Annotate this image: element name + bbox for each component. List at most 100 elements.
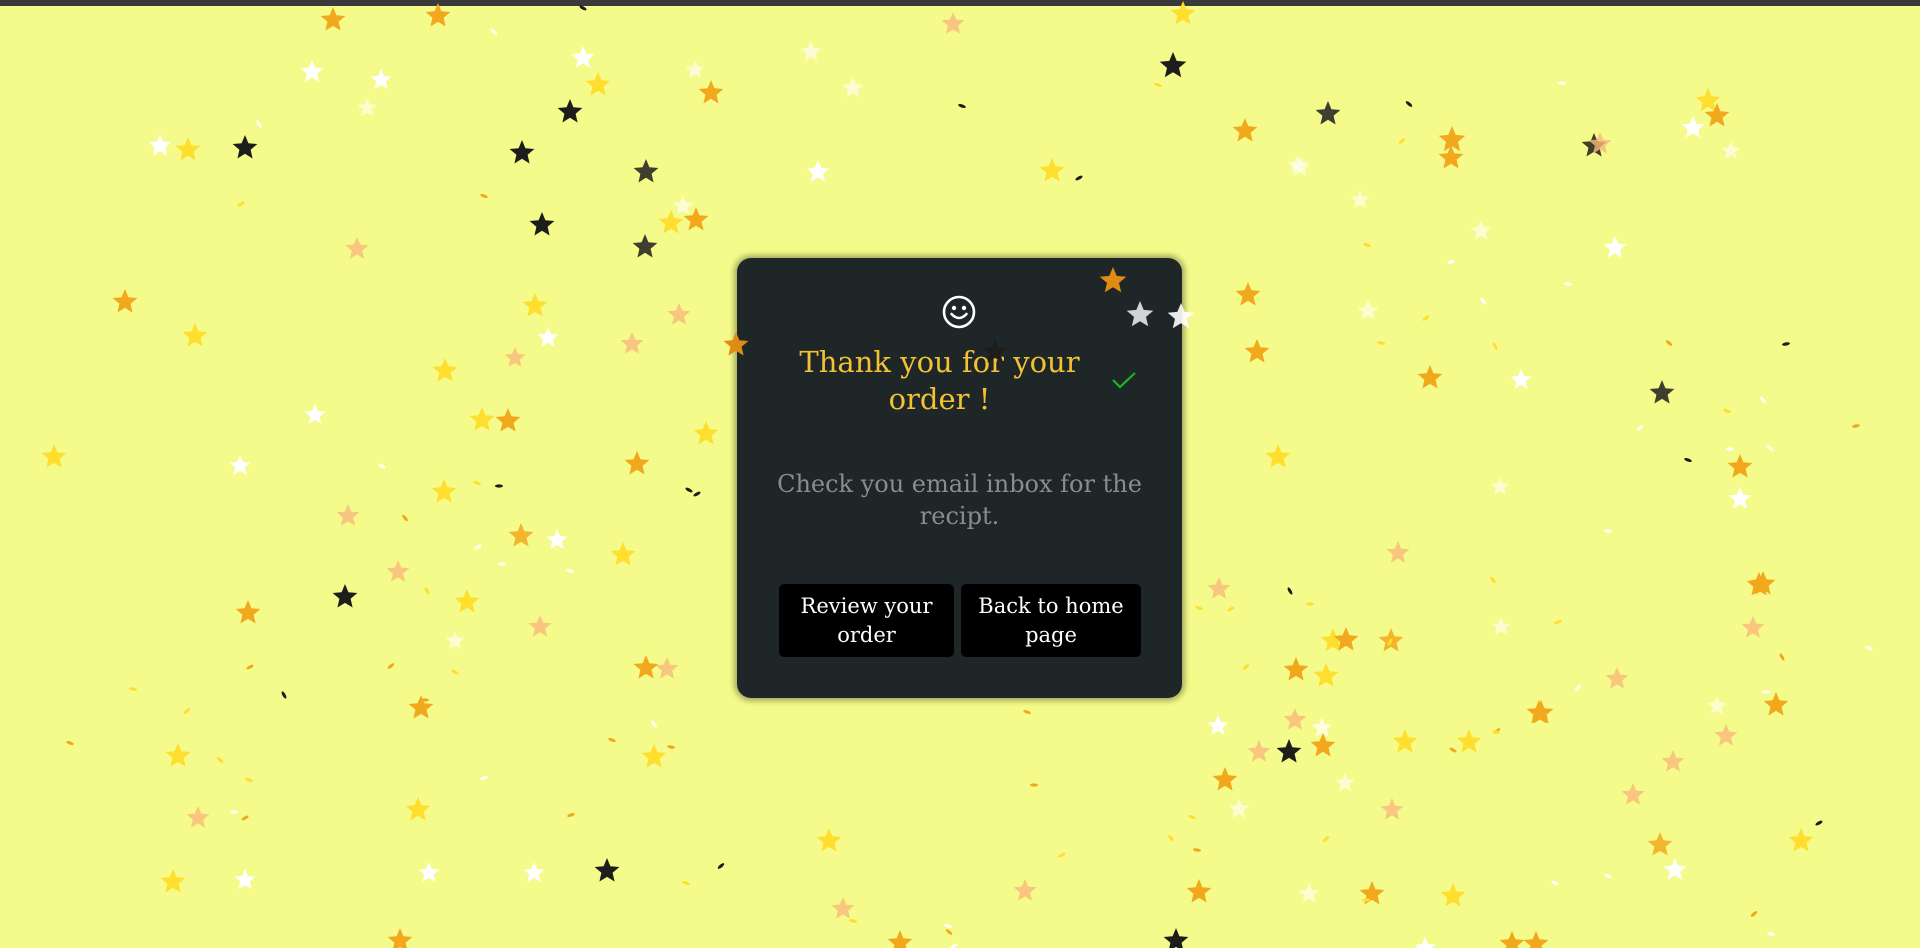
confetti-star-icon bbox=[165, 743, 191, 767]
confetti-star-icon bbox=[683, 207, 709, 231]
confetti-star-icon bbox=[594, 858, 620, 882]
confetti-star-icon bbox=[182, 323, 208, 347]
confetti-star-icon bbox=[41, 444, 67, 468]
confetti-flake bbox=[1551, 880, 1559, 886]
confetti-flake bbox=[281, 691, 287, 699]
confetti-star-icon bbox=[1335, 773, 1355, 792]
confetti-star-icon bbox=[1605, 667, 1629, 689]
confetti-star-icon bbox=[571, 46, 595, 68]
confetti-flake bbox=[230, 810, 238, 814]
confetti-star-icon bbox=[1438, 145, 1464, 169]
confetti-star-icon bbox=[1707, 696, 1727, 715]
confetti-flake bbox=[1422, 315, 1430, 321]
confetti-flake bbox=[1815, 820, 1823, 826]
confetti-flake bbox=[183, 708, 191, 714]
confetti-star-icon bbox=[408, 695, 434, 719]
confetti-star-icon bbox=[1244, 339, 1270, 363]
confetti-star-icon bbox=[528, 615, 552, 637]
confetti-flake bbox=[245, 777, 253, 783]
confetti-flake bbox=[717, 863, 725, 869]
confetti-star-icon bbox=[1704, 103, 1730, 127]
confetti-star-icon bbox=[667, 303, 691, 325]
confetti-star-icon bbox=[1695, 88, 1721, 112]
confetti-star-icon bbox=[632, 234, 658, 258]
confetti-flake bbox=[1750, 911, 1758, 917]
confetti-star-icon bbox=[1235, 282, 1261, 306]
confetti-star-icon bbox=[1186, 879, 1212, 903]
confetti-flake bbox=[1865, 645, 1873, 651]
confetti-star-icon bbox=[641, 744, 667, 768]
confetti-flake bbox=[1723, 408, 1731, 414]
email-notice-text: Check you email inbox for the recipt. bbox=[777, 470, 1142, 530]
confetti-star-icon bbox=[1414, 937, 1436, 948]
confetti-star-icon bbox=[523, 862, 545, 882]
confetti-star-icon bbox=[1750, 571, 1776, 595]
confetti-star-icon bbox=[1649, 380, 1675, 404]
confetti-flake bbox=[1195, 605, 1203, 611]
confetti-star-icon bbox=[1523, 931, 1549, 948]
confetti-star-icon bbox=[1499, 931, 1525, 948]
confetti-star-icon bbox=[585, 72, 611, 96]
confetti-star-icon bbox=[693, 421, 719, 445]
confetti-star-icon bbox=[522, 293, 548, 317]
confetti-flake bbox=[566, 568, 574, 574]
confetti-star-icon bbox=[160, 869, 186, 893]
confetti-star-icon bbox=[1310, 733, 1336, 757]
confetti-flake bbox=[1447, 259, 1455, 265]
confetti-star-icon bbox=[304, 404, 326, 424]
confetti-flake bbox=[950, 943, 958, 948]
confetti-star-icon bbox=[425, 3, 451, 27]
confetti-flake bbox=[495, 484, 503, 488]
confetti-flake bbox=[378, 463, 386, 469]
confetti-flake bbox=[1398, 138, 1406, 144]
confetti-star-icon bbox=[405, 797, 431, 821]
confetti-flake bbox=[1188, 814, 1196, 820]
confetti-star-icon bbox=[332, 584, 358, 608]
confetti-star-icon bbox=[624, 451, 650, 475]
confetti-flake bbox=[424, 587, 430, 595]
confetti-flake bbox=[1193, 848, 1201, 852]
confetti-star-icon bbox=[1528, 700, 1554, 724]
confetti-star-icon bbox=[658, 210, 684, 234]
confetti-flake bbox=[402, 514, 408, 522]
review-order-button[interactable]: Review your order bbox=[779, 584, 954, 657]
confetti-flake bbox=[473, 480, 481, 486]
confetti-flake bbox=[256, 120, 262, 128]
confetti-flake bbox=[1604, 529, 1612, 533]
confetti-star-icon bbox=[431, 479, 457, 503]
confetti-star-icon bbox=[1380, 798, 1404, 820]
confetti-star-icon bbox=[469, 407, 495, 431]
confetti-star-icon bbox=[1298, 883, 1320, 903]
confetti-star-icon bbox=[655, 657, 679, 679]
confetti-star-icon bbox=[1283, 657, 1309, 681]
confetti-star-icon bbox=[610, 542, 636, 566]
confetti-star-icon bbox=[1470, 220, 1492, 240]
confetti-star-icon bbox=[234, 869, 256, 889]
confetti-star-icon bbox=[418, 862, 440, 882]
confetti-star-icon bbox=[1763, 692, 1789, 716]
confetti-star-icon bbox=[509, 140, 535, 164]
confetti-flake bbox=[1306, 602, 1314, 606]
confetti-star-icon bbox=[1727, 454, 1753, 478]
confetti-flake bbox=[944, 923, 952, 929]
confetti-star-icon bbox=[1603, 236, 1627, 258]
confetti-flake bbox=[1075, 175, 1083, 181]
confetti-flake bbox=[849, 919, 857, 923]
confetti-flake bbox=[451, 669, 459, 675]
back-to-home-button[interactable]: Back to home page bbox=[961, 584, 1141, 657]
confetti-star-icon bbox=[806, 160, 830, 182]
confetti-flake bbox=[1726, 447, 1734, 451]
confetti-star-icon bbox=[1663, 858, 1687, 880]
confetti-star-icon bbox=[1333, 627, 1359, 651]
confetti-flake bbox=[480, 775, 488, 781]
confetti-star-icon bbox=[232, 135, 258, 159]
confetti-star-icon bbox=[508, 523, 534, 547]
confetti-star-icon bbox=[1276, 739, 1302, 763]
confetti-flake bbox=[1362, 898, 1370, 902]
confetti-star-icon bbox=[1247, 740, 1271, 762]
confetti-flake bbox=[1322, 836, 1330, 842]
confetti-star-icon bbox=[1588, 132, 1612, 154]
confetti-flake bbox=[129, 687, 137, 691]
confetti-flake bbox=[1490, 576, 1496, 584]
confetti-flake bbox=[1558, 81, 1566, 85]
